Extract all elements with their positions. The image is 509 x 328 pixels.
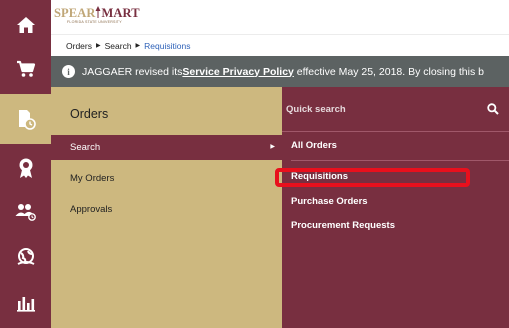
award-ribbon-icon: [19, 158, 32, 178]
menu-item-search[interactable]: Search ▶: [51, 135, 282, 160]
submenu-divider: [291, 160, 509, 161]
quick-search-box: [282, 87, 509, 132]
breadcrumb: Orders ▶ Search ▶ Requisitions: [51, 34, 509, 56]
nav-orders[interactable]: [0, 94, 51, 144]
orders-menu: Orders Search ▶ My Orders Approvals: [51, 87, 282, 328]
search-icon[interactable]: [487, 103, 499, 115]
nav-home[interactable]: [0, 0, 51, 50]
menu-item-label: Search: [70, 142, 101, 153]
logo-subtitle: FLORIDA STATE UNIVERSITY: [67, 20, 122, 24]
menu-item-label: My Orders: [70, 173, 115, 184]
logo-part-1: SPEAR: [54, 6, 96, 20]
cart-icon: [16, 60, 35, 77]
bar-chart-icon: [16, 297, 35, 312]
breadcrumb-requisitions[interactable]: Requisitions: [144, 41, 190, 51]
document-clock-icon: [18, 110, 36, 130]
menu-item-approvals[interactable]: Approvals: [51, 197, 282, 222]
breadcrumb-orders[interactable]: Orders: [66, 41, 92, 51]
quick-search-input[interactable]: [282, 87, 509, 132]
logo-part-2: MART: [101, 6, 140, 20]
orders-menu-title: Orders: [70, 107, 109, 121]
nav-rail: [0, 0, 51, 328]
banner-text-before: JAGGAER revised its: [82, 65, 183, 78]
breadcrumb-arrow-icon: ▶: [95, 43, 101, 49]
spearmart-logo[interactable]: SPEAR MART FLORIDA STATE UNIVERSITY: [54, 6, 140, 32]
nav-sourcing[interactable]: [0, 232, 51, 282]
nav-suppliers[interactable]: [0, 187, 51, 237]
privacy-notice-banner: i JAGGAER revised its Service Privacy Po…: [51, 56, 509, 87]
banner-text-after: effective May 25, 2018. By closing this …: [293, 65, 484, 78]
nav-shopping[interactable]: [0, 44, 51, 94]
privacy-policy-link[interactable]: Service Privacy Policy: [182, 66, 294, 78]
logo-wordmark: SPEAR MART: [54, 6, 140, 20]
breadcrumb-arrow-icon: ▶: [135, 43, 141, 49]
people-icon: [15, 204, 36, 221]
submenu-item-all-orders[interactable]: All Orders: [291, 140, 337, 151]
chevron-right-icon: ▶: [270, 144, 275, 150]
globe-hand-icon: [17, 248, 34, 265]
submenu-item-purchase-orders[interactable]: Purchase Orders: [291, 196, 368, 207]
nav-reporting[interactable]: [0, 278, 51, 328]
home-icon: [16, 17, 35, 33]
requisitions-highlight-box: [275, 168, 470, 187]
menu-item-label: Approvals: [70, 204, 113, 215]
info-icon: i: [62, 65, 75, 78]
breadcrumb-search[interactable]: Search: [105, 41, 132, 51]
menu-item-my-orders[interactable]: My Orders: [51, 166, 282, 191]
nav-contracts[interactable]: [0, 143, 51, 193]
top-header: SPEAR MART FLORIDA STATE UNIVERSITY: [51, 0, 509, 34]
submenu-item-procurement-requests[interactable]: Procurement Requests: [291, 220, 395, 231]
search-submenu: All Orders Requisitions Purchase Orders …: [282, 87, 509, 328]
